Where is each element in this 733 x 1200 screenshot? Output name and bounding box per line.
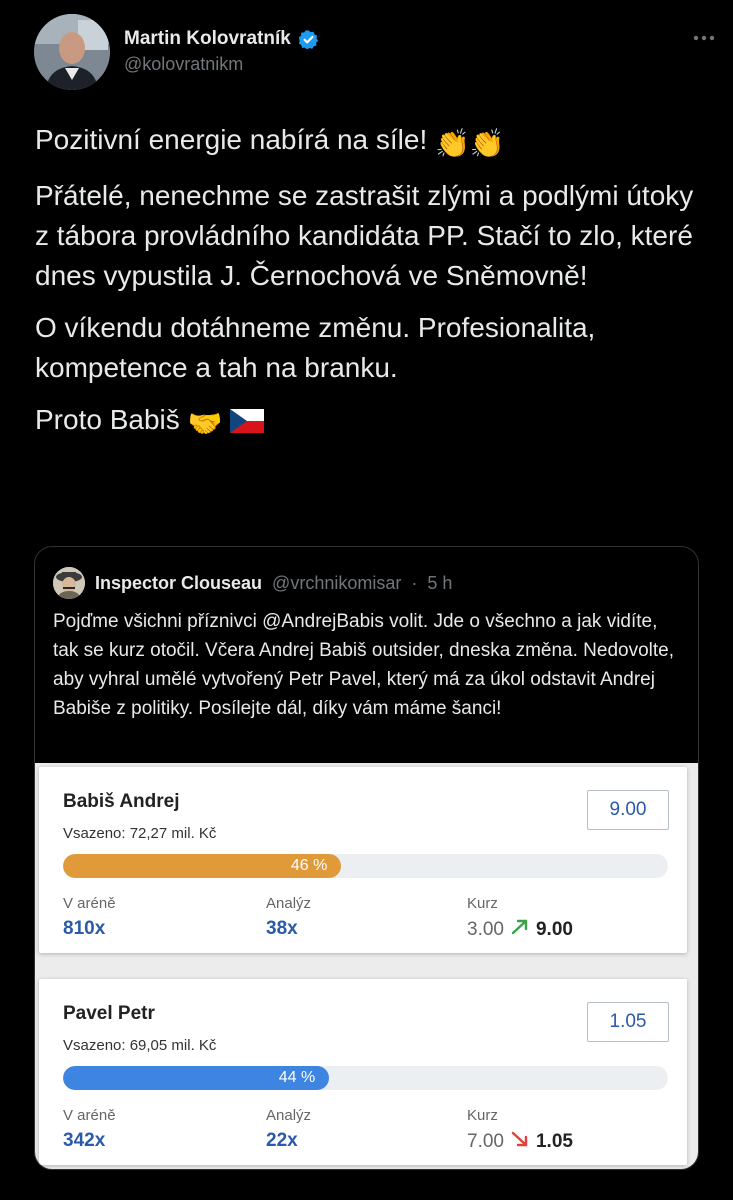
tweet-text-line: Pozitivní energie nabírá na síle! [35,124,428,155]
percent-bar: 44 % [63,1066,668,1090]
odds-button[interactable]: 9.00 [587,790,669,830]
kurz-stat: Kurz 3.00 9.00 [467,895,573,942]
bet-amount: Vsazeno: 69,05 mil. Kč [63,1037,217,1054]
bet-amount: Vsazeno: 72,27 mil. Kč [63,825,217,842]
avatar-photo [34,14,110,90]
percent-bar-fill: 44 % [63,1066,330,1090]
author-avatar[interactable] [34,14,110,90]
kurz-stat: Kurz 7.00 1.05 [467,1107,573,1154]
clapping-hands-emoji: 👏👏 [435,128,505,159]
analyz-label: Analýz [266,895,312,912]
quoted-timestamp[interactable]: 5 h [427,573,452,594]
tweet-paragraph-3: O víkendu dotáhneme změnu. Profesionalit… [35,312,596,383]
author-handle[interactable]: @kolovratnikm [124,54,319,74]
author-info: Martin Kolovratník @kolovratnikm [124,28,319,74]
odds-button[interactable]: 1.05 [587,1002,669,1042]
kurz-label: Kurz [467,1107,498,1124]
verified-badge-icon [298,29,319,50]
candidate-card: Pavel Petr Vsazeno: 69,05 mil. Kč 1.05 4… [39,979,687,1165]
analyz-stat: Analýz 38x [266,895,311,940]
kurz-label: Kurz [467,895,498,912]
analyz-value: 38x [266,918,298,939]
tweet-text-line: Proto Babiš [35,404,180,435]
tweet-paragraph-1: Pozitivní energie nabírá na síle! 👏👏 [35,120,705,164]
candidate-name: Babiš Andrej [63,791,180,812]
quoted-author-name[interactable]: Inspector Clouseau [95,573,262,594]
quoted-author-avatar[interactable] [53,567,85,599]
candidate-name: Pavel Petr [63,1003,155,1024]
more-options-icon[interactable] [684,28,724,48]
quoted-tweet[interactable]: Inspector Clouseau @vrchnikomisar · 5 h … [34,546,699,1170]
percent-bar-fill: 46 % [63,854,342,878]
inspector-avatar-icon [53,567,85,599]
czech-flag-icon [230,404,265,444]
percent-label: 46 % [290,857,328,874]
kurz-new-value: 1.05 [535,1131,573,1152]
betting-screenshot: Babiš Andrej Vsazeno: 72,27 mil. Kč 9.00… [35,763,698,1169]
tweet-header: Martin Kolovratník @kolovratnikm [34,14,724,94]
arena-stat: V aréně 342x [63,1107,116,1152]
trend-up-arrow-icon [510,918,530,942]
tweet-paragraph-4: Proto Babiš 🤝 [35,400,705,444]
arena-stat: V aréně 810x [63,895,116,940]
author-display-name[interactable]: Martin Kolovratník [124,28,291,50]
handshake-emoji: 🤝 [187,408,223,439]
trend-down-arrow-icon [510,1130,530,1154]
quoted-author-handle[interactable]: @vrchnikomisar [272,573,401,594]
kurz-old-value: 7.00 [467,1131,504,1152]
arena-value: 810x [63,918,106,939]
kurz-new-value: 9.00 [535,919,573,940]
tweet-paragraph-2: Přátelé, nenechme se zastrašit zlými a p… [35,180,694,291]
arena-label: V aréně [63,1107,116,1124]
arena-label: V aréně [63,895,116,912]
quoted-tweet-header: Inspector Clouseau @vrchnikomisar · 5 h [53,567,452,599]
analyz-value: 22x [266,1130,298,1151]
quoted-tweet-text: Pojďme všichni příznivci @AndrejBabis vo… [53,611,674,719]
kurz-old-value: 3.00 [467,919,504,940]
separator-dot: · [411,572,418,593]
analyz-label: Analýz [266,1107,312,1124]
tweet-text: Pozitivní energie nabírá na síle! 👏👏 Přá… [35,120,705,456]
arena-value: 342x [63,1130,106,1151]
percent-bar: 46 % [63,854,668,878]
analyz-stat: Analýz 22x [266,1107,311,1152]
percent-label: 44 % [278,1069,316,1086]
candidate-card: Babiš Andrej Vsazeno: 72,27 mil. Kč 9.00… [39,767,687,953]
